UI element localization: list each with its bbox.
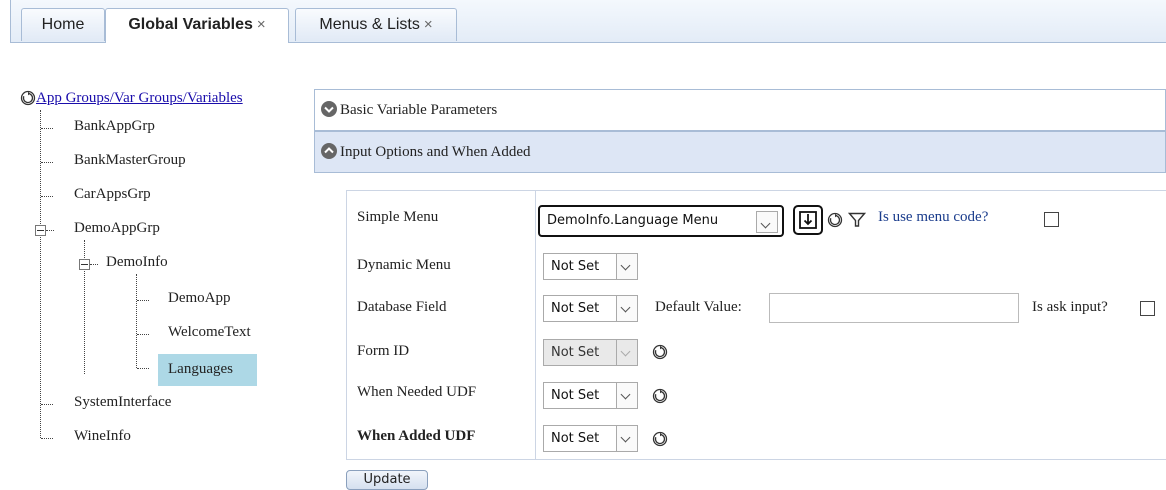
refresh-icon[interactable] — [20, 90, 36, 106]
use-menu-code-checkbox[interactable] — [1044, 212, 1059, 227]
chevron-down-icon — [616, 383, 637, 408]
tree-branch-line — [41, 196, 53, 197]
tab-global-variables[interactable]: Global Variables × — [105, 8, 289, 43]
chevron-down-icon — [616, 254, 637, 279]
chevron-down-icon — [616, 340, 637, 365]
section-input-options[interactable]: Input Options and When Added — [314, 131, 1166, 173]
tree-branch-line — [46, 230, 54, 231]
ask-input-label: Is ask input? — [1032, 299, 1108, 315]
tab-home-label: Home — [41, 16, 85, 33]
tree-guide-line — [40, 110, 41, 438]
tree-item-languages[interactable]: Languages — [158, 354, 257, 386]
tree-item-demoinfo[interactable]: DemoInfo — [106, 252, 168, 272]
use-menu-code-label: Is use menu code? — [878, 209, 989, 225]
filter-icon[interactable] — [848, 212, 866, 228]
dynamic-menu-label: Dynamic Menu — [357, 257, 451, 273]
collapse-icon[interactable] — [79, 259, 90, 270]
dynamic-menu-value: Not Set — [551, 259, 600, 274]
when-added-udf-value: Not Set — [551, 431, 600, 446]
simple-menu-label: Simple Menu — [357, 209, 439, 225]
tree-branch-line — [137, 334, 149, 335]
tab-global-variables-label: Global Variables — [128, 16, 253, 33]
section-input-options-label: Input Options and When Added — [340, 144, 531, 160]
form-id-select: Not Set — [543, 339, 638, 366]
tree-guide-line — [136, 274, 137, 368]
collapse-section-icon — [321, 143, 337, 159]
tree-item-welcometext[interactable]: WelcomeText — [168, 322, 251, 342]
tree-item-demoappgrp[interactable]: DemoAppGrp — [74, 218, 160, 238]
refresh-icon[interactable] — [652, 344, 668, 360]
chevron-down-icon — [756, 211, 778, 233]
chevron-down-icon — [616, 296, 637, 321]
chevron-down-icon — [616, 426, 637, 451]
tree-root-link[interactable]: App Groups/Var Groups/Variables — [36, 88, 243, 108]
simple-menu-value: DemoInfo.Language Menu — [547, 213, 719, 228]
tree-branch-line — [41, 162, 53, 163]
close-icon[interactable]: × — [424, 16, 433, 33]
when-needed-udf-label: When Needed UDF — [357, 384, 477, 400]
tree-branch-line — [41, 128, 53, 129]
dynamic-menu-select[interactable]: Not Set — [543, 253, 638, 280]
refresh-icon[interactable] — [652, 431, 668, 447]
tab-menus-lists-label: Menus & Lists — [319, 16, 420, 33]
collapse-icon[interactable] — [35, 225, 46, 236]
ask-input-checkbox[interactable] — [1140, 301, 1155, 316]
input-options-form: Simple Menu DemoInfo.Language Menu Is us… — [346, 190, 1166, 460]
form-id-value: Not Set — [551, 345, 600, 360]
expand-icon — [321, 101, 337, 117]
column-divider — [535, 191, 536, 459]
tree-branch-line — [137, 368, 149, 369]
tab-strip: Home Global Variables × Menus & Lists × — [10, 0, 1166, 43]
refresh-icon[interactable] — [827, 212, 843, 228]
tree-branch-line — [137, 300, 149, 301]
when-added-udf-select[interactable]: Not Set — [543, 425, 638, 452]
refresh-icon[interactable] — [652, 388, 668, 404]
download-icon[interactable] — [793, 205, 823, 235]
tree-item-wineinfo[interactable]: WineInfo — [74, 426, 131, 446]
tree-branch-line — [90, 264, 98, 265]
close-icon[interactable]: × — [257, 16, 266, 33]
default-value-input[interactable] — [769, 293, 1019, 323]
when-added-udf-label: When Added UDF — [357, 428, 476, 444]
tree-item-carappsgrp[interactable]: CarAppsGrp — [74, 184, 151, 204]
form-id-label: Form ID — [357, 343, 410, 359]
tree-item-bankmastergroup[interactable]: BankMasterGroup — [74, 150, 186, 170]
section-basic-variable-parameters[interactable]: Basic Variable Parameters — [314, 89, 1166, 131]
tree-item-bankappgrp[interactable]: BankAppGrp — [74, 116, 155, 136]
database-field-select[interactable]: Not Set — [543, 295, 638, 322]
tab-bar: Home Global Variables × Menus & Lists × — [0, 0, 1166, 44]
database-field-value: Not Set — [551, 301, 600, 316]
tree-item-demoapp[interactable]: DemoApp — [168, 288, 231, 308]
simple-menu-select[interactable]: DemoInfo.Language Menu — [538, 205, 784, 237]
tree-branch-line — [41, 438, 53, 439]
tab-menus-lists[interactable]: Menus & Lists × — [295, 8, 457, 41]
tree-item-systeminterface[interactable]: SystemInterface — [74, 392, 171, 412]
tree-item-languages-label: Languages — [168, 361, 233, 377]
update-button[interactable]: Update — [346, 470, 428, 490]
default-value-label: Default Value: — [655, 299, 742, 315]
database-field-label: Database Field — [357, 299, 447, 315]
when-needed-udf-value: Not Set — [551, 388, 600, 403]
tab-home[interactable]: Home — [21, 8, 105, 41]
section-basic-label: Basic Variable Parameters — [340, 102, 498, 118]
tree-branch-line — [41, 404, 53, 405]
when-needed-udf-select[interactable]: Not Set — [543, 382, 638, 409]
